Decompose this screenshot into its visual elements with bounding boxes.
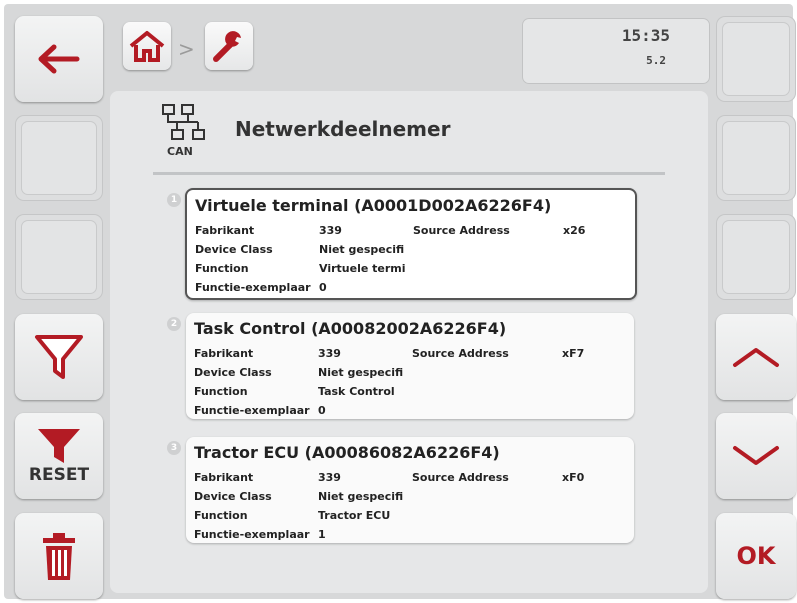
device-class-value: Niet gespecifi [319,243,405,256]
function-instance-value: 0 [318,404,326,417]
manufacturer-value: 339 [318,347,341,360]
function-value: Tractor ECU [318,509,391,522]
empty-softkey-right-1 [716,16,796,102]
device-class-label: Device Class [195,243,273,256]
time-display: 15:35 [621,26,670,45]
version-display: 5.2 [646,54,666,67]
device-class-value: Niet gespecifi [318,490,404,503]
source-address-label: Source Address [412,347,509,360]
device-card-task-control[interactable]: Task Control (A00082002A6226F4) Fabrikan… [186,313,634,419]
device-card-virtual-terminal[interactable]: Virtuele terminal (A0001D002A6226F4) Fab… [185,188,637,300]
card-index: 2 [167,317,181,331]
source-address-label: Source Address [413,224,510,237]
trash-icon [43,533,75,580]
can-label: CAN [167,145,193,158]
delete-button[interactable] [15,513,103,599]
source-address-label: Source Address [412,471,509,484]
function-value: Task Control [318,385,395,398]
ok-label: OK [736,542,776,570]
empty-softkey-left-3 [15,214,103,300]
chevron-up-icon [733,348,779,367]
reset-label: RESET [28,465,90,485]
filter-icon [35,335,83,379]
empty-softkey-right-2 [716,115,796,201]
device-card-tractor-ecu[interactable]: Tractor ECU (A00086082A6226F4) Fabrikant… [186,437,634,543]
device-class-value: Niet gespecifi [318,366,404,379]
device-class-label: Device Class [194,366,272,379]
function-instance-value: 0 [319,281,327,294]
function-label: Function [195,262,249,275]
manufacturer-value: 339 [319,224,342,237]
function-label: Function [194,509,248,522]
device-class-label: Device Class [194,490,272,503]
chevron-down-icon [733,446,779,465]
wrench-icon [213,31,241,62]
device-name: Task Control (A00082002A6226F4) [194,319,507,338]
device-name: Tractor ECU (A00086082A6226F4) [194,443,500,462]
filter-reset-button[interactable]: RESET [15,413,103,499]
title-divider [153,172,665,175]
breadcrumb-separator: > [178,37,195,61]
scroll-up-button[interactable] [716,314,796,400]
empty-softkey-right-3 [716,214,796,300]
function-label: Function [194,385,248,398]
card-index: 3 [167,441,181,455]
manufacturer-label: Fabrikant [194,347,254,360]
ok-button[interactable]: OK [716,513,796,599]
manufacturer-label: Fabrikant [195,224,255,237]
filter-button[interactable] [15,314,103,400]
function-value: Virtuele termi [319,262,406,275]
manufacturer-value: 339 [318,471,341,484]
function-instance-label: Functie-exemplaar [194,404,310,417]
status-clock: 15:35 5.2 [522,18,710,84]
page-title: Netwerkdeelnemer [235,117,451,141]
card-index: 1 [167,193,181,207]
device-name: Virtuele terminal (A0001D002A6226F4) [195,196,552,215]
can-network-icon [162,104,205,140]
home-icon [129,31,165,62]
back-button[interactable] [15,16,103,102]
manufacturer-label: Fabrikant [194,471,254,484]
home-button[interactable] [123,22,171,70]
function-instance-value: 1 [318,528,326,541]
source-address-value: xF0 [562,471,585,484]
settings-breadcrumb-button[interactable] [205,22,253,70]
source-address-value: x26 [563,224,586,237]
source-address-value: xF7 [562,347,585,360]
function-instance-label: Functie-exemplaar [194,528,310,541]
empty-softkey-left-2 [15,115,103,201]
arrow-left-icon [38,44,80,74]
filter-reset-icon [38,429,80,463]
scroll-down-button[interactable] [716,413,796,499]
function-instance-label: Functie-exemplaar [195,281,311,294]
